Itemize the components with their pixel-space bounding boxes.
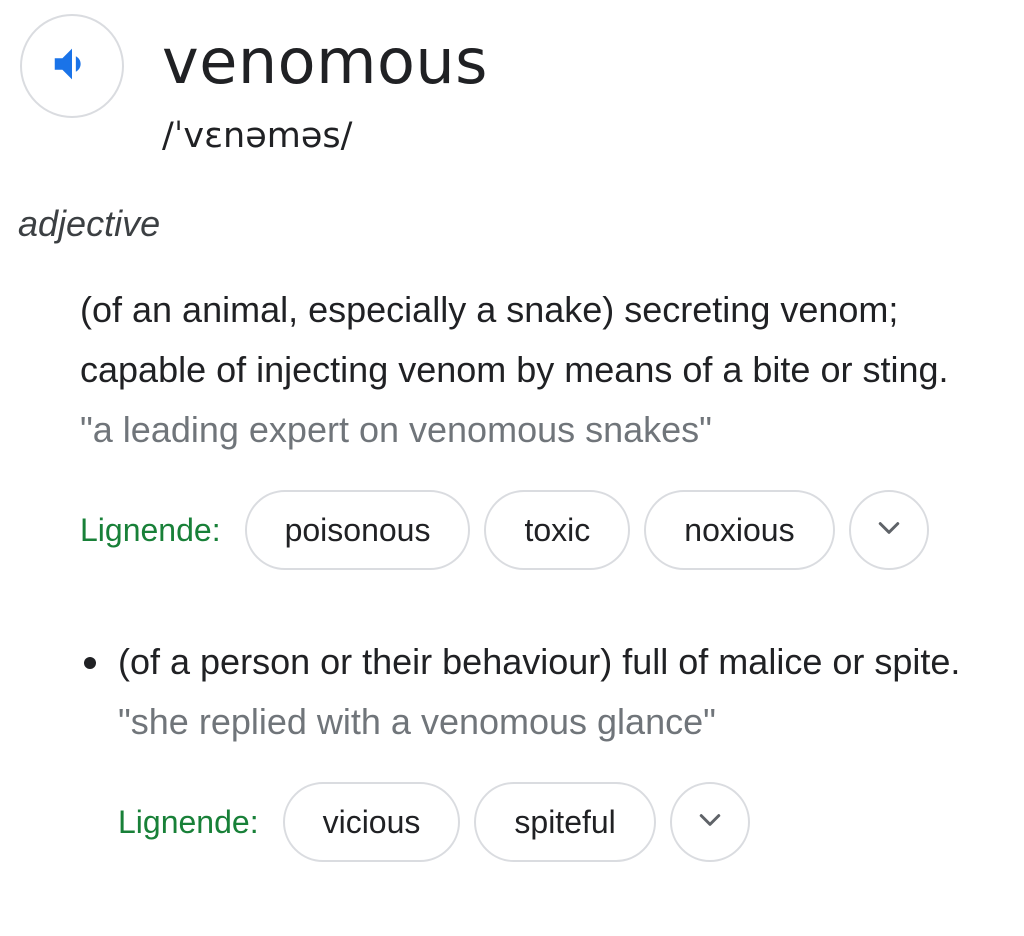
synonyms-label: Lignende: (118, 803, 259, 840)
definition: (of an animal, especially a snake) secre… (80, 289, 949, 390)
pronunciation-play-button[interactable] (20, 14, 124, 118)
example-sentence: "she replied with a venomous glance" (118, 701, 716, 742)
more-synonyms-button[interactable] (848, 490, 929, 570)
phonetic-spelling: /ˈvɛnəməs/ (162, 116, 353, 156)
synonyms-label: Lignende: (80, 511, 221, 548)
volume-up-icon (49, 41, 95, 92)
headword: venomous (162, 25, 488, 98)
synonym-chip-poisonous[interactable]: poisonous (244, 490, 471, 570)
synonym-chip-spiteful[interactable]: spiteful (474, 782, 656, 862)
synonym-chip-noxious[interactable]: noxious (644, 490, 835, 570)
synonyms-row: Lignende: poisonous toxic noxious (80, 490, 1010, 570)
bullet-point (84, 657, 96, 669)
definition: (of a person or their behaviour) full of… (118, 641, 961, 682)
synonyms-row: Lignende: vicious spiteful (118, 782, 1010, 862)
chevron-down-icon (695, 805, 725, 840)
more-synonyms-button[interactable] (669, 782, 750, 862)
synonym-chip-vicious[interactable]: vicious (282, 782, 461, 862)
chevron-down-icon (874, 513, 904, 548)
synonym-chip-toxic[interactable]: toxic (484, 490, 631, 570)
example-sentence: "a leading expert on venomous snakes" (80, 409, 712, 450)
part-of-speech: adjective (18, 203, 161, 244)
sense-2: (of a person or their behaviour) full of… (80, 632, 1010, 862)
sense-1: (of an animal, especially a snake) secre… (80, 280, 1010, 570)
